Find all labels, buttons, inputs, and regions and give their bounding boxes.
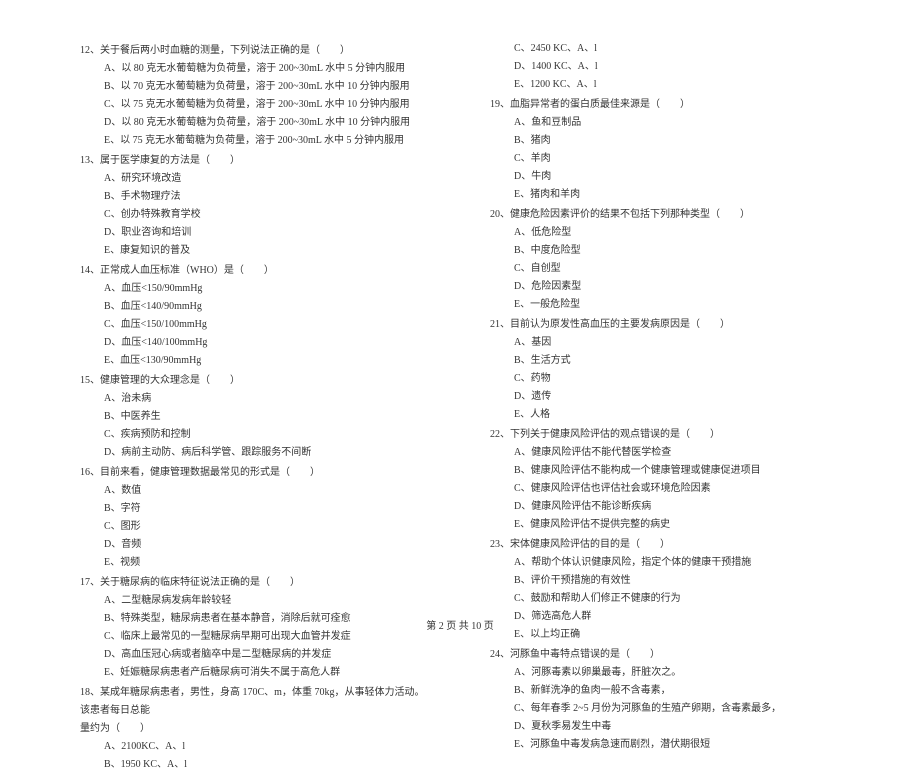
question-continuation: 量约为（ ） [80, 720, 430, 738]
question-option: C、鼓励和帮助人们修正不健康的行为 [490, 590, 840, 608]
question-option: E、人格 [490, 406, 840, 424]
question-option: C、创办特殊教育学校 [80, 206, 430, 224]
question-option: B、新鲜洗净的鱼肉一般不含毒素， [490, 682, 840, 700]
question-stem: 21、目前认为原发性高血压的主要发病原因是（ ） [490, 316, 840, 334]
question-option: A、血压<150/90mmHg [80, 280, 430, 298]
question-option: A、以 80 克无水葡萄糖为负荷量，溶于 200~30mL 水中 5 分钟内服用 [80, 60, 430, 78]
question-stem: 17、关于糖尿病的临床特征说法正确的是（ ） [80, 574, 430, 592]
question-option: C、羊肉 [490, 150, 840, 168]
question-option: A、鱼和豆制品 [490, 114, 840, 132]
question-stem: 20、健康危险因素评价的结果不包括下列那种类型（ ） [490, 206, 840, 224]
question-option: D、血压<140/100mmHg [80, 334, 430, 352]
question-option: E、妊娠糖尿病患者产后糖尿病可消失不属于高危人群 [80, 664, 430, 682]
question-option: D、危险因素型 [490, 278, 840, 296]
question-option: B、评价干预措施的有效性 [490, 572, 840, 590]
right-column: C、2450 KC、A、lD、1400 KC、A、lE、1200 KC、A、l 1… [490, 40, 840, 774]
question-option: C、药物 [490, 370, 840, 388]
question-option: B、以 70 克无水葡萄糖为负荷量，溶于 200~30mL 水中 10 分钟内服… [80, 78, 430, 96]
question-option: D、遗传 [490, 388, 840, 406]
question-option: A、河豚毒素以卵巢最毒，肝脏次之。 [490, 664, 840, 682]
question-option: D、以 80 克无水葡萄糖为负荷量，溶于 200~30mL 水中 10 分钟内服… [80, 114, 430, 132]
question-option: A、健康风险评估不能代替医学检查 [490, 444, 840, 462]
question-option: D、音频 [80, 536, 430, 554]
question-option: E、健康风险评估不提供完整的病史 [490, 516, 840, 534]
question-option: A、2100KC、A、l [80, 738, 430, 756]
question-option: A、低危险型 [490, 224, 840, 242]
question-stem: 19、血脂异常者的蛋白质最佳来源是（ ） [490, 96, 840, 114]
question-option: B、健康风险评估不能构成一个健康管理或健康促进项目 [490, 462, 840, 480]
page-columns: 12、关于餐后两小时血糖的测量，下列说法正确的是（ ）A、以 80 克无水葡萄糖… [80, 40, 840, 774]
question-option: B、血压<140/90mmHg [80, 298, 430, 316]
question-option: E、1200 KC、A、l [490, 76, 840, 94]
question-option: D、病前主动防、病后科学管、跟踪服务不间断 [80, 444, 430, 462]
question-stem: 15、健康管理的大众理念是（ ） [80, 372, 430, 390]
question-stem: 16、目前来看，健康管理数据最常见的形式是（ ） [80, 464, 430, 482]
question-option: E、一般危险型 [490, 296, 840, 314]
question-stem: 24、河豚鱼中毒特点错误的是（ ） [490, 646, 840, 664]
question-option: A、帮助个体认识健康风险，指定个体的健康干预措施 [490, 554, 840, 572]
question-option: C、自创型 [490, 260, 840, 278]
question-option: C、疾病预防和控制 [80, 426, 430, 444]
question-option: B、1950 KC、A、l [80, 756, 430, 774]
question-option: B、字符 [80, 500, 430, 518]
question-option: A、研究环境改造 [80, 170, 430, 188]
question-option: D、牛肉 [490, 168, 840, 186]
question-option: A、二型糖尿病发病年龄较轻 [80, 592, 430, 610]
question-option: E、视频 [80, 554, 430, 572]
question-option: C、健康风险评估也评估社会或环境危险因素 [490, 480, 840, 498]
question-option: D、高血压冠心病或者脑卒中是二型糖尿病的并发症 [80, 646, 430, 664]
question-option: E、以 75 克无水葡萄糖为负荷量，溶于 200~30mL 水中 5 分钟内服用 [80, 132, 430, 150]
question-option: E、康复知识的普及 [80, 242, 430, 260]
question-option: B、中度危险型 [490, 242, 840, 260]
question-option: C、以 75 克无水葡萄糖为负荷量，溶于 200~30mL 水中 10 分钟内服… [80, 96, 430, 114]
question-option: E、猪肉和羊肉 [490, 186, 840, 204]
question-option: D、夏秋季易发生中毒 [490, 718, 840, 736]
question-option: C、图形 [80, 518, 430, 536]
question-option: A、基因 [490, 334, 840, 352]
question-option: C、每年春季 2~5 月份为河豚鱼的生殖产卵期，含毒素最多， [490, 700, 840, 718]
question-option: D、职业咨询和培训 [80, 224, 430, 242]
question-option: C、2450 KC、A、l [490, 40, 840, 58]
left-column: 12、关于餐后两小时血糖的测量，下列说法正确的是（ ）A、以 80 克无水葡萄糖… [80, 40, 430, 774]
question-option: D、健康风险评估不能诊断疾病 [490, 498, 840, 516]
question-option: D、1400 KC、A、l [490, 58, 840, 76]
question-stem: 18、某成年糖尿病患者，男性，身高 170C、m，体重 70kg，从事轻体力活动… [80, 684, 430, 720]
question-option: A、数值 [80, 482, 430, 500]
question-option: C、血压<150/100mmHg [80, 316, 430, 334]
question-stem: 12、关于餐后两小时血糖的测量，下列说法正确的是（ ） [80, 42, 430, 60]
question-option: B、猪肉 [490, 132, 840, 150]
question-stem: 14、正常成人血压标准（WHO）是（ ） [80, 262, 430, 280]
question-option: E、血压<130/90mmHg [80, 352, 430, 370]
question-option: B、生活方式 [490, 352, 840, 370]
question-option: A、治未病 [80, 390, 430, 408]
question-stem: 13、属于医学康复的方法是（ ） [80, 152, 430, 170]
page-footer: 第 2 页 共 10 页 [0, 617, 920, 632]
question-option: B、中医养生 [80, 408, 430, 426]
question-stem: 22、下列关于健康风险评估的观点错误的是（ ） [490, 426, 840, 444]
question-stem: 23、宋体健康风险评估的目的是（ ） [490, 536, 840, 554]
question-option: B、手术物理疗法 [80, 188, 430, 206]
question-option: E、河豚鱼中毒发病急速而剧烈，潜伏期很短 [490, 736, 840, 754]
